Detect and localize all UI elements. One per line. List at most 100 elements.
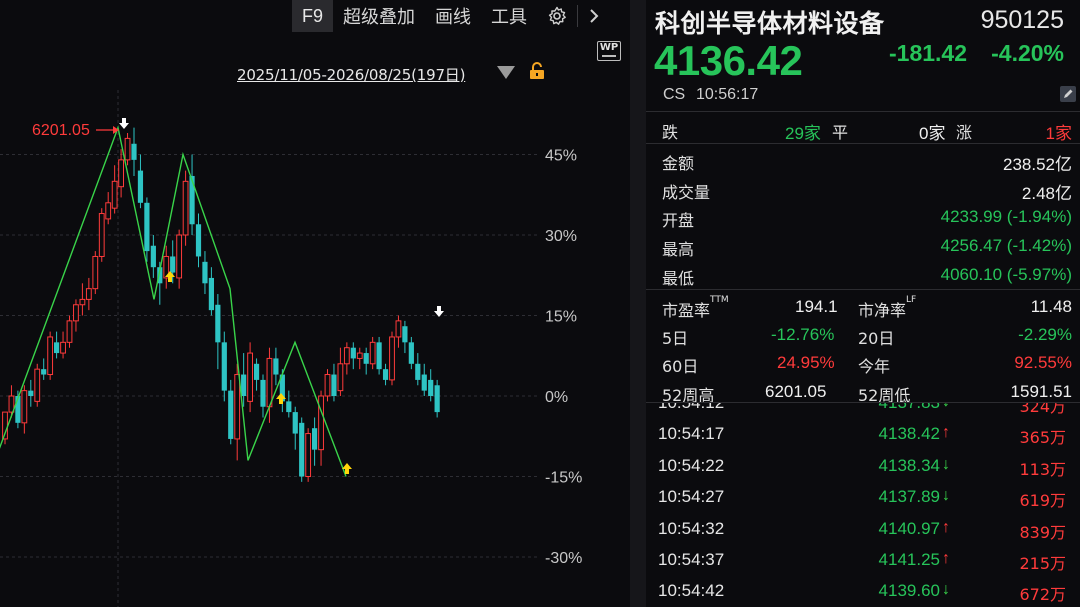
price-change: -181.42 [889, 40, 968, 66]
panel-divider[interactable] [630, 0, 646, 607]
chart-toolbar: F9 超级叠加 画线 工具 [292, 0, 610, 32]
tick-price: 4140.97 [878, 518, 940, 538]
stat-value: 2.48亿 [1021, 184, 1072, 203]
candle-body [41, 369, 47, 375]
edit-icon[interactable] [1060, 86, 1076, 102]
candle-body [292, 412, 298, 434]
tick-list[interactable]: 10:54:124137.83↓324万10:54:174138.42↑365万… [646, 402, 1080, 607]
tick-volume: 113万 [1019, 459, 1066, 479]
candle-body [79, 298, 86, 306]
chart-panel[interactable]: 45% 30% 15% 0% -15% -30% 6201.05 F9 超级叠加 画线 工具… [0, 0, 630, 607]
candle-body [137, 170, 144, 203]
candle-body [73, 304, 79, 322]
date-range-label[interactable]: 2025/11/05-2026/08/25(197日) [237, 64, 465, 85]
tick-volume: 365万 [1019, 428, 1066, 448]
candle-body [182, 180, 189, 236]
y-tick-label: 0% [545, 389, 568, 406]
candle-body [221, 342, 227, 391]
divider [646, 111, 1080, 112]
tick-price: 4138.42 [878, 424, 940, 444]
candle-body [260, 379, 266, 407]
arrow-up-icon: ↑ [942, 424, 950, 442]
quote-source: CS [663, 86, 686, 103]
tick-price: 4137.83 [878, 402, 940, 412]
y-tick-label: -15% [545, 470, 582, 487]
flat-label: 平 [832, 123, 849, 142]
tick-row: 10:54:12 4137.83↓ 324万 [646, 402, 1080, 418]
wp-icon[interactable]: WP [597, 41, 621, 61]
candle-body [376, 342, 382, 370]
stat-label: 成交量 [662, 183, 711, 202]
draw-line-button[interactable]: 画线 [425, 0, 481, 32]
candle-body [241, 374, 247, 396]
arrow-down-marker-icon [434, 306, 444, 317]
candle-body [47, 336, 54, 376]
arrow-down-icon: ↓ [942, 403, 956, 411]
candle-body [369, 341, 376, 365]
candle-body [415, 363, 421, 380]
d5-label: 5日 [662, 329, 689, 348]
candlestick-chart[interactable]: 45% 30% 15% 0% -15% -30% 6201.05 [0, 0, 630, 607]
pe-label: 市盈率TTM [662, 295, 729, 320]
candle-body [324, 374, 331, 397]
y-tick-label: 15% [545, 309, 577, 326]
stat-row-high: 最高 4256.47 (-1.42%) [646, 231, 1080, 260]
candle-body [28, 390, 34, 396]
market-breadth-row: 跌 29家 平 0家 涨 1家 [646, 114, 1080, 143]
candle-body [331, 374, 337, 396]
candle-body [434, 385, 440, 413]
stat-value: 4233.99 (-1.94%) [940, 207, 1072, 226]
candle-body [34, 368, 41, 402]
chevron-right-icon[interactable] [578, 0, 610, 32]
stat-row-low: 最低 4060.10 (-5.97%) [646, 260, 1080, 289]
arrow-down-icon: ↓ [942, 487, 950, 505]
candle-body [85, 288, 92, 300]
y-tick-label: -30% [545, 550, 582, 567]
caret-down-icon[interactable] [497, 66, 515, 79]
tick-time: 10:54:22 [658, 455, 725, 475]
tick-row: 10:54:37 4141.25 ↑ 215万 [646, 544, 1080, 575]
candle-body [202, 261, 208, 284]
candle-body [124, 137, 131, 161]
candle-body [408, 342, 414, 364]
tick-price: 4138.34 [878, 455, 940, 475]
candle-body [105, 202, 112, 220]
candle-body [92, 255, 99, 290]
pb-value: 11.48 [1030, 297, 1072, 316]
arrow-up-icon: ↑ [942, 549, 950, 567]
gear-icon[interactable] [537, 0, 577, 32]
unlock-icon[interactable] [529, 62, 545, 80]
l52-value: 1591.51 [1010, 382, 1072, 401]
stat-row-amount: 金额 238.52亿 [646, 145, 1080, 174]
candle-body [305, 433, 312, 478]
tick-price: 4141.25 [878, 549, 940, 569]
quote-panel: 科创半导体材料设备 950125 4136.42 -181.42 -4.20% … [646, 0, 1080, 607]
divider [646, 143, 1080, 144]
candle-body [318, 395, 324, 451]
candle-body [150, 245, 156, 268]
candle-body [54, 342, 60, 354]
f9-button[interactable]: F9 [292, 0, 334, 32]
tick-volume: 215万 [1019, 553, 1066, 573]
candle-body [111, 180, 118, 209]
candle-body [389, 336, 395, 381]
candle-body [312, 428, 318, 450]
stat-value: 238.52亿 [1003, 155, 1072, 174]
stat-label: 最低 [662, 269, 695, 288]
candle-body [402, 326, 408, 343]
arrow-down-icon: ↓ [942, 455, 950, 473]
candle-body [118, 159, 124, 188]
down-label: 跌 [662, 123, 679, 142]
d20-label: 20日 [858, 329, 895, 348]
tick-volume: 839万 [1019, 522, 1066, 542]
candle-body [273, 358, 279, 375]
tick-time: 10:54:12 [658, 402, 725, 412]
super-overlay-button[interactable]: 超级叠加 [333, 0, 425, 32]
candle-body [60, 341, 66, 354]
metric-row-valuation: 市盈率TTM 194.1 市净率LF 11.48 [646, 292, 1080, 321]
tools-button[interactable]: 工具 [481, 0, 537, 32]
tick-row: 10:54:32 4140.97 ↑ 839万 [646, 513, 1080, 544]
candle-body [208, 277, 214, 311]
candle-body [131, 143, 137, 160]
d60-label: 60日 [662, 357, 699, 376]
